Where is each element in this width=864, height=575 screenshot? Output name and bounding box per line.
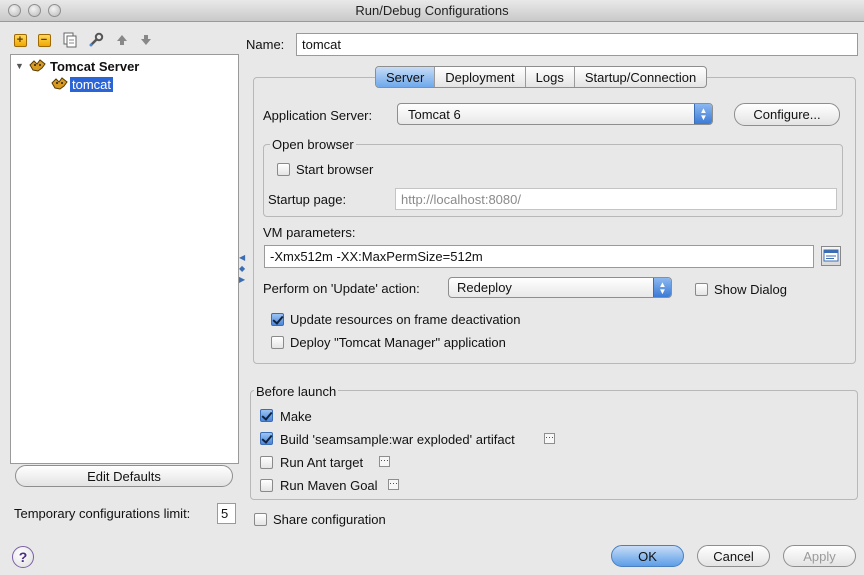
title-bar: Run/Debug Configurations — [0, 0, 864, 22]
expand-vm-params-button[interactable] — [821, 246, 841, 266]
update-action-select[interactable]: Redeploy ▲ ▼ — [448, 277, 672, 298]
vm-params-input[interactable]: -Xmx512m -XX:MaxPermSize=512m — [264, 245, 814, 268]
arrow-up-icon — [117, 35, 127, 45]
deploy-manager-label: Deploy "Tomcat Manager" application — [290, 335, 506, 350]
before-launch-title: Before launch — [254, 384, 339, 399]
tree-item-label: tomcat — [70, 76, 114, 92]
move-up-button[interactable] — [114, 32, 130, 48]
open-browser-title: Open browser — [270, 137, 356, 152]
move-down-button[interactable] — [138, 32, 154, 48]
vm-params-label: VM parameters: — [263, 225, 356, 240]
make-checkbox[interactable] — [260, 409, 273, 422]
temp-limit-label: Temporary configurations limit: — [14, 506, 191, 521]
copy-icon — [63, 32, 77, 48]
splitter-handle[interactable]: ◀ ◆ ▶ — [239, 252, 245, 285]
name-label: Name: — [246, 37, 285, 52]
updown-arrows-icon: ▲ ▼ — [694, 104, 712, 124]
apply-button[interactable]: Apply — [783, 545, 856, 567]
build-artifact-options-button[interactable]: ··· — [544, 433, 555, 444]
config-tree[interactable]: ▼ Tomcat Server tomcat — [10, 54, 239, 464]
tree-group-label: Tomcat Server — [50, 58, 140, 74]
update-action-value: Redeploy — [457, 280, 512, 295]
run-maven-checkbox[interactable] — [260, 479, 273, 492]
tab-deployment[interactable]: Deployment — [435, 67, 526, 87]
edit-defaults-toolbar-button[interactable] — [88, 32, 104, 48]
tree-item-tomcat[interactable]: tomcat — [51, 75, 114, 93]
help-button[interactable]: ? — [12, 546, 34, 568]
app-server-label: Application Server: — [263, 108, 373, 123]
make-label: Make — [280, 409, 312, 424]
arrow-down-icon — [141, 35, 151, 45]
temp-limit-input[interactable]: 5 — [217, 503, 236, 524]
copy-config-button[interactable] — [62, 32, 78, 48]
show-dialog-checkbox[interactable] — [695, 283, 708, 296]
tomcat-icon — [51, 77, 68, 90]
share-config-checkbox[interactable] — [254, 513, 267, 526]
build-artifact-checkbox[interactable] — [260, 432, 273, 445]
window-title: Run/Debug Configurations — [355, 3, 509, 18]
show-dialog-label: Show Dialog — [714, 282, 787, 297]
cancel-button[interactable]: Cancel — [697, 545, 770, 567]
tab-logs[interactable]: Logs — [526, 67, 575, 87]
config-tabs: Server Deployment Logs Startup/Connectio… — [375, 66, 708, 88]
minus-icon: − — [37, 33, 51, 47]
tab-server[interactable]: Server — [376, 67, 436, 87]
start-browser-label: Start browser — [296, 162, 374, 177]
startup-page-label: Startup page: — [268, 192, 347, 207]
updown-arrows-icon: ▲ ▼ — [653, 278, 671, 297]
tab-startup-connection[interactable]: Startup/Connection — [575, 67, 706, 87]
ok-button[interactable]: OK — [611, 545, 684, 567]
add-config-button[interactable]: + — [12, 32, 28, 48]
run-ant-options-button[interactable]: ··· — [379, 456, 390, 467]
run-maven-options-button[interactable]: ··· — [388, 479, 399, 490]
name-input[interactable]: tomcat — [296, 33, 858, 56]
tomcat-icon — [29, 59, 46, 72]
deploy-manager-checkbox[interactable] — [271, 336, 284, 349]
expand-triangle-icon[interactable]: ▼ — [15, 61, 29, 71]
share-config-label: Share configuration — [273, 512, 386, 527]
startup-page-input[interactable]: http://localhost:8080/ — [395, 188, 837, 210]
update-resources-checkbox[interactable] — [271, 313, 284, 326]
run-maven-label: Run Maven Goal — [280, 478, 378, 493]
update-resources-label: Update resources on frame deactivation — [290, 312, 521, 327]
app-server-value: Tomcat 6 — [408, 106, 461, 122]
tree-group-tomcat-server[interactable]: ▼ Tomcat Server — [15, 57, 139, 75]
plus-icon: + — [13, 33, 27, 47]
remove-config-button[interactable]: − — [36, 32, 52, 48]
wrench-icon — [89, 32, 104, 47]
text-editor-icon — [823, 249, 839, 262]
build-artifact-label: Build 'seamsample:war exploded' artifact — [280, 432, 515, 447]
app-server-select[interactable]: Tomcat 6 ▲ ▼ — [397, 103, 713, 125]
update-action-label: Perform on 'Update' action: — [263, 281, 420, 296]
edit-defaults-button[interactable]: Edit Defaults — [15, 465, 233, 487]
start-browser-checkbox[interactable] — [277, 163, 290, 176]
configure-button[interactable]: Configure... — [734, 103, 840, 126]
run-ant-label: Run Ant target — [280, 455, 364, 470]
run-ant-checkbox[interactable] — [260, 456, 273, 469]
